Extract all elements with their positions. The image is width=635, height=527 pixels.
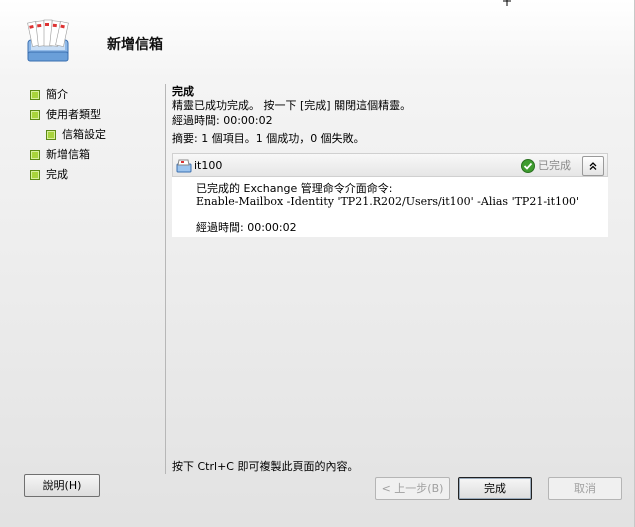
result-header[interactable]: it100 已完成 (172, 153, 608, 177)
step-label: 新增信箱 (46, 148, 90, 161)
page-title: 新增信箱 (107, 37, 163, 53)
step-bullet-icon (30, 110, 40, 120)
result-item-name: it100 (194, 159, 223, 172)
wizard-steps: 簡介 使用者類型 信箱設定 新增信箱 完成 (30, 86, 106, 186)
step-completion: 完成 (30, 166, 106, 186)
step-label: 完成 (46, 168, 68, 181)
collapse-button[interactable] (582, 156, 604, 176)
copy-hint: 按下 Ctrl+C 即可複製此頁面的內容。 (172, 460, 359, 473)
wizard-window: 新增信箱 簡介 使用者類型 信箱設定 新增信箱 完成 完成 精靈已成功完成。 按… (0, 0, 635, 527)
double-chevron-up-icon (589, 162, 597, 170)
finish-button[interactable]: 完成 (458, 477, 532, 500)
back-button[interactable]: < 上一步(B) (375, 477, 450, 500)
mouse-cursor-icon (503, 0, 511, 6)
command-text: Enable-Mailbox -Identity 'TP21.R202/User… (196, 195, 580, 208)
step-label: 使用者類型 (46, 108, 101, 121)
help-button[interactable]: 說明(H) (24, 474, 100, 497)
vertical-divider (165, 84, 166, 474)
check-circle-icon (521, 159, 535, 173)
result-panel: it100 已完成 已完成的 Exchange 管理命令介面命令: Enable… (172, 153, 608, 237)
status-badge: 已完成 (521, 158, 571, 174)
summary-text: 摘要: 1 個項目。1 個成功，0 個失敗。 (172, 132, 365, 145)
step-bullet-icon (30, 150, 40, 160)
step-bullet-icon (46, 130, 56, 140)
completion-content: 完成 精靈已成功完成。 按一下 [完成] 關閉這個精靈。 經過時間: 00:00… (172, 85, 612, 146)
mailbox-stack-icon (27, 19, 69, 62)
elapsed-time: 經過時間: 00:00:02 (172, 114, 273, 127)
step-label: 信箱設定 (62, 128, 106, 141)
section-title: 完成 (172, 85, 194, 98)
step-mailbox-settings: 信箱設定 (46, 126, 106, 146)
completion-message: 精靈已成功完成。 按一下 [完成] 關閉這個精靈。 (172, 99, 412, 112)
status-label: 已完成 (538, 159, 571, 172)
step-introduction: 簡介 (30, 86, 106, 106)
result-elapsed-time: 經過時間: 00:00:02 (196, 221, 297, 234)
mailbox-icon (176, 159, 192, 173)
cancel-button[interactable]: 取消 (548, 477, 622, 500)
step-bullet-icon (30, 170, 40, 180)
step-label: 簡介 (46, 88, 68, 101)
step-user-type: 使用者類型 (30, 106, 106, 126)
command-label: 已完成的 Exchange 管理命令介面命令: (196, 182, 393, 195)
result-details: 已完成的 Exchange 管理命令介面命令: Enable-Mailbox -… (196, 182, 579, 234)
step-bullet-icon (30, 90, 40, 100)
step-new-mailbox: 新增信箱 (30, 146, 106, 166)
